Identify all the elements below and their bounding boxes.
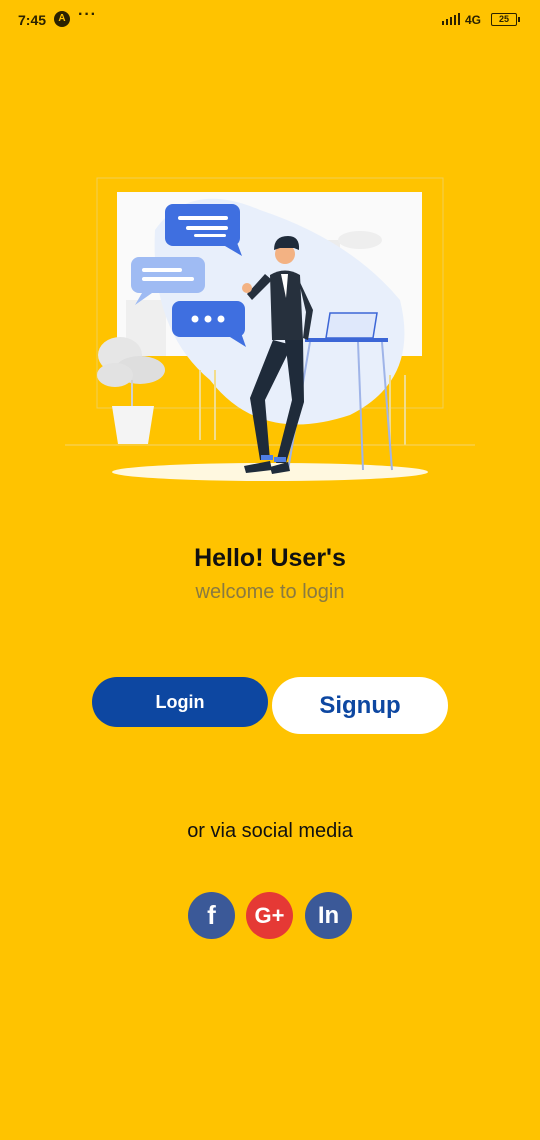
greeting-subtitle: welcome to login: [195, 581, 345, 603]
battery-icon: 25: [491, 13, 520, 26]
more-notifications-icon: ···: [78, 6, 97, 23]
signal-icon: [442, 13, 460, 25]
facebook-icon[interactable]: f: [188, 892, 235, 939]
welcome-illustration: [65, 177, 475, 481]
social-media-label: or via social media: [187, 820, 353, 842]
status-bar: 7:45 A ··· 4G 25: [0, 0, 540, 40]
status-time: 7:45: [18, 12, 47, 28]
linkedin-icon[interactable]: In: [305, 892, 352, 939]
greeting-title: Hello! User's: [194, 544, 346, 572]
google-plus-icon[interactable]: G+: [246, 892, 293, 939]
network-type: 4G: [465, 13, 482, 27]
notification-icon: A: [54, 11, 70, 27]
signup-button[interactable]: Signup: [272, 677, 448, 734]
login-button[interactable]: Login: [92, 677, 268, 727]
